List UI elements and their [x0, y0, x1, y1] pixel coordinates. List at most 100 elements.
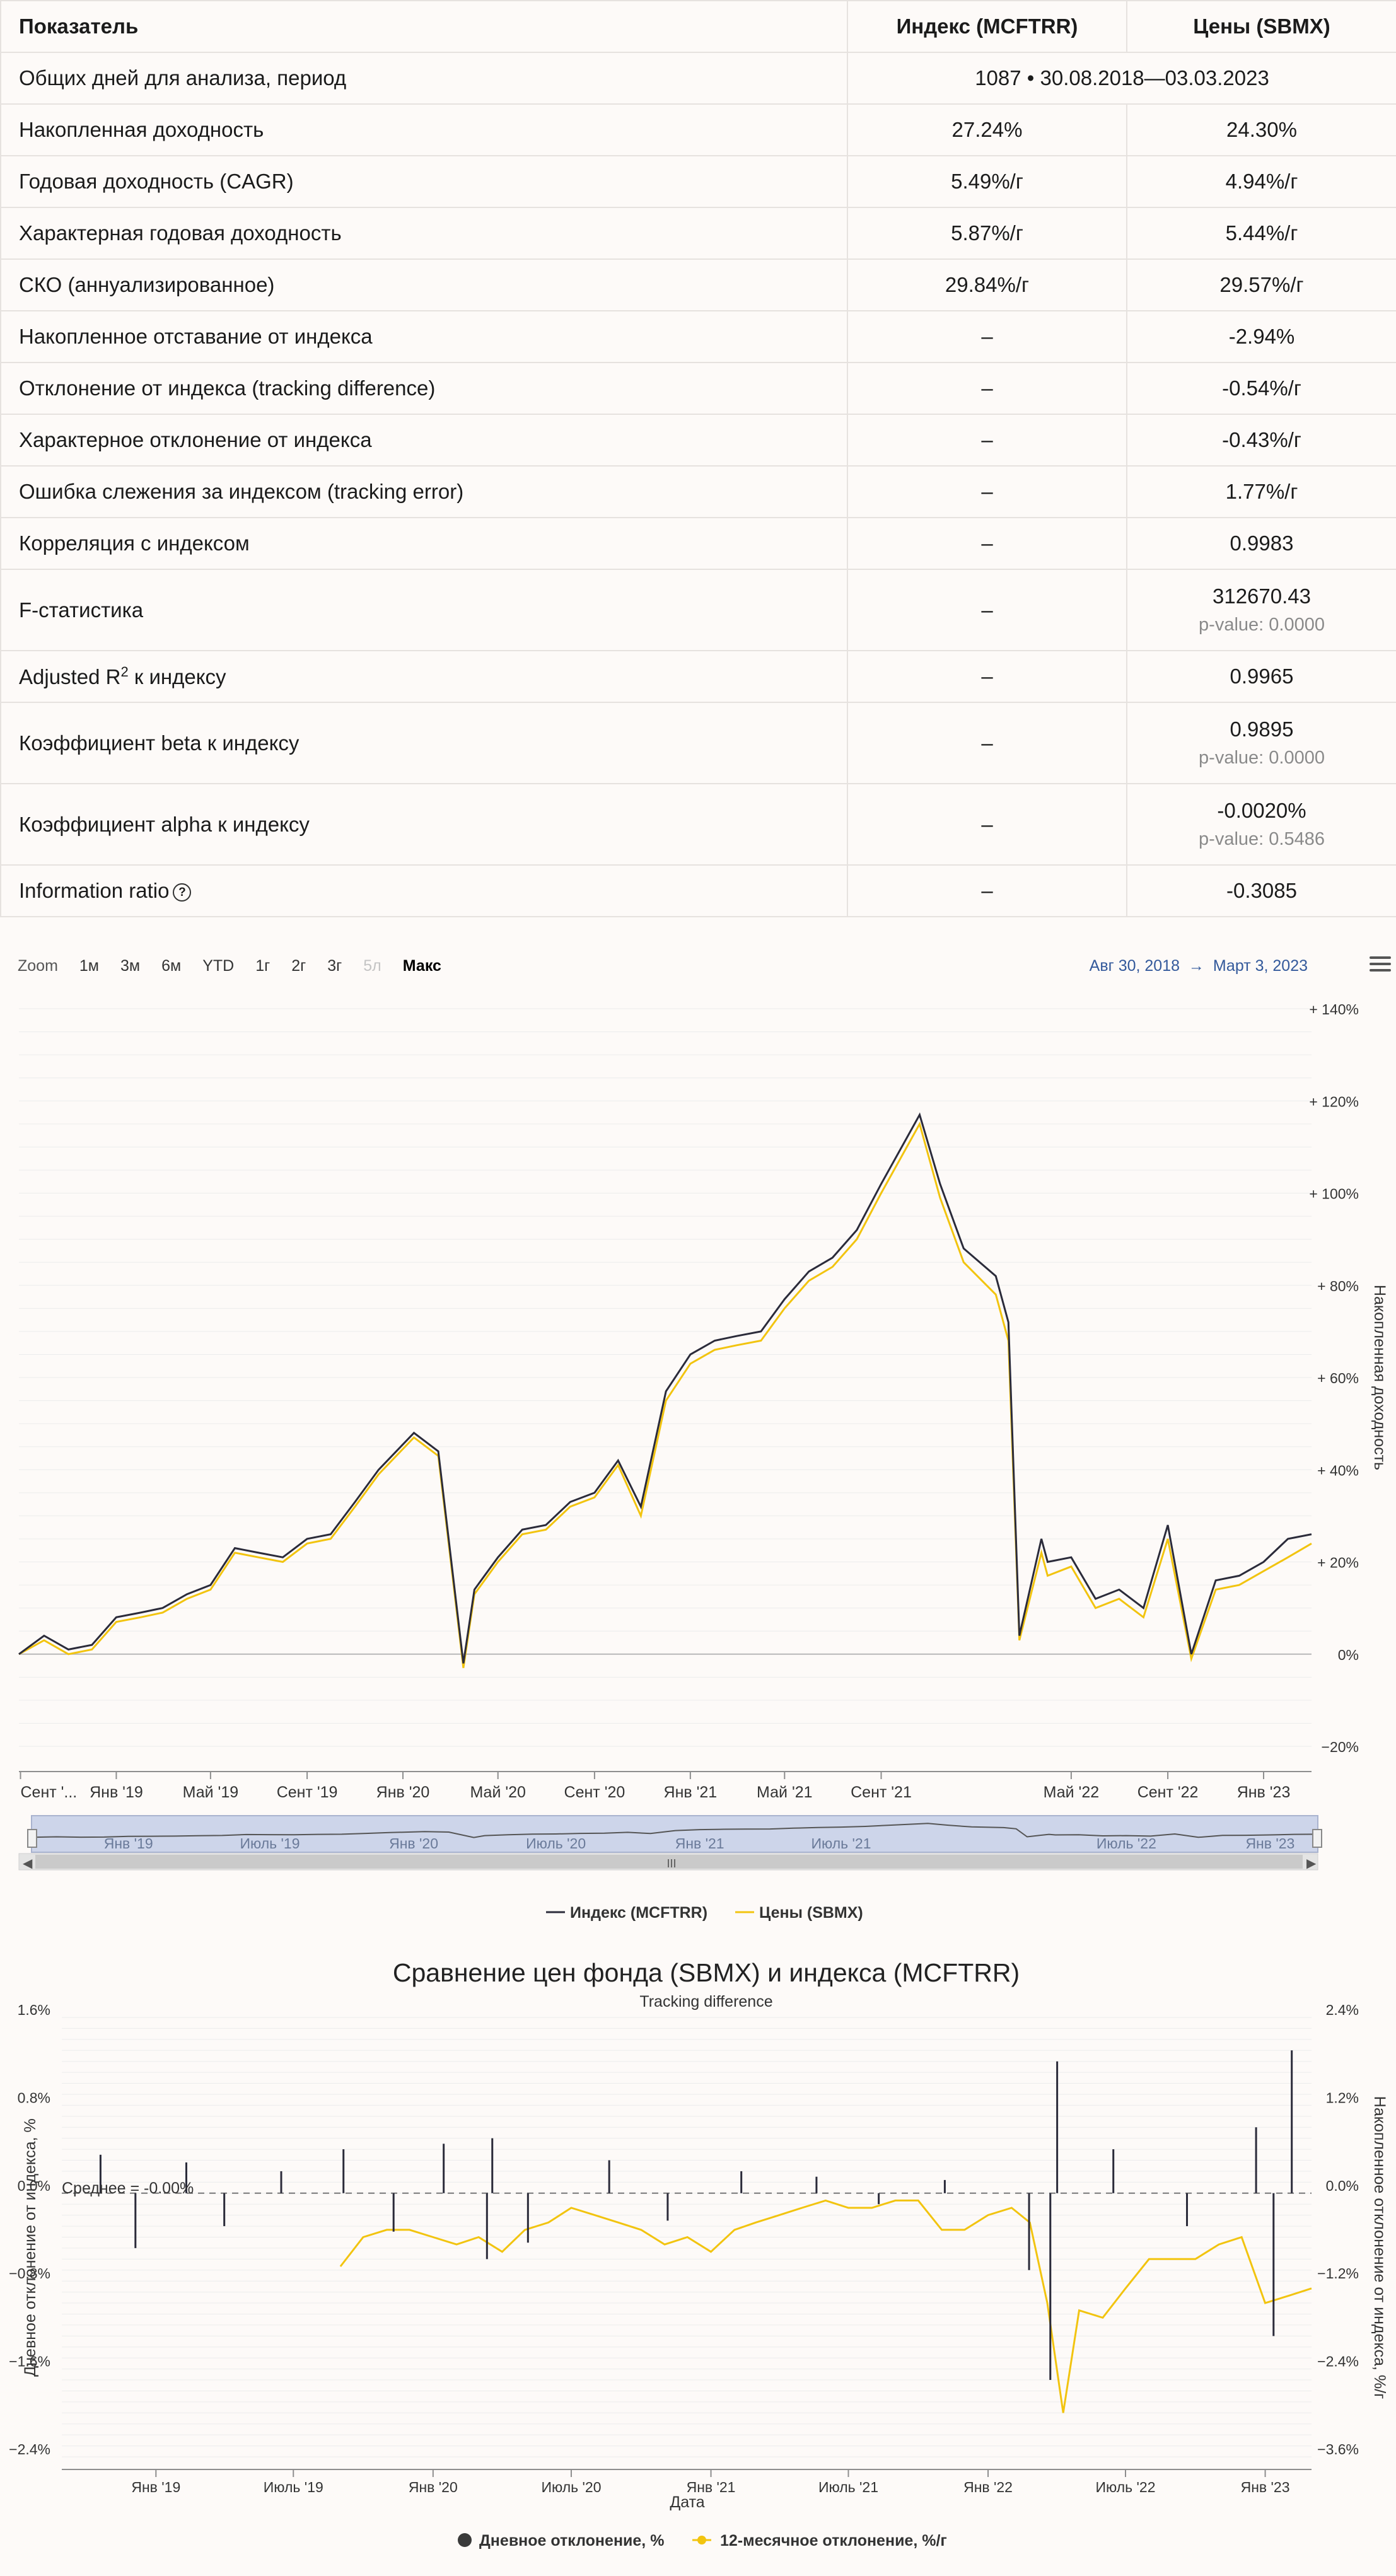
date-range: Авг 30, 2018 → Март 3, 2023 [1090, 953, 1308, 978]
y-tick-label: −20% [1322, 1739, 1359, 1755]
scroll-left-icon[interactable]: ◀ [23, 1857, 33, 1871]
header-price[interactable]: Цены (SBMX) [1126, 0, 1396, 53]
p-value: p-value: 0.5486 [1199, 829, 1325, 849]
x-tick-label: Янв '23 [1237, 1784, 1291, 1801]
index-value: – [847, 310, 1127, 363]
index-value: – [847, 650, 1127, 703]
row-label: Характерное отклонение от индекса [0, 414, 848, 467]
price-value: -2.94% [1126, 310, 1396, 363]
scrollbar-grip: III [666, 1857, 676, 1870]
zoom-toolbar: Zoom 1м 3м 6м YTD 1г 2г 3г 5л Макс [18, 953, 449, 978]
zoom-6m-button[interactable]: 6м [154, 954, 189, 978]
x-tick-label: Янв '20 [409, 2479, 458, 2495]
legend-item-rolling[interactable]: 12-месячное отклонение, %/г [720, 2532, 947, 2550]
price-value: 0.9983 [1126, 517, 1396, 570]
legend-item-index[interactable]: Индекс (MCFTRR) [570, 1904, 707, 1922]
y-tick-label: 0% [1338, 1647, 1359, 1663]
zoom-3y-button[interactable]: 3г [320, 954, 349, 978]
zoom-2y-button[interactable]: 2г [284, 954, 313, 978]
index-value: – [847, 702, 1127, 784]
table-row: Общих дней для анализа, период 1087 • 30… [0, 52, 1396, 105]
index-value: 5.49%/г [847, 155, 1127, 208]
price-value: -0.54%/г [1126, 362, 1396, 415]
table-row: Годовая доходность (CAGR) 5.49%/г 4.94%/… [0, 155, 1396, 208]
chart1-legend: Индекс (MCFTRR) Цены (SBMX) [546, 1904, 863, 1922]
row-label: Коэффициент beta к индексу [0, 702, 848, 784]
x-tick-label: Июль '21 [818, 2479, 878, 2495]
navigator-tick-label: Июль '21 [811, 1835, 871, 1852]
p-value: p-value: 0.0000 [1199, 748, 1325, 768]
mean-label: Среднее = -0.00% [62, 2179, 194, 2197]
x-tick-label: Янв '19 [90, 1784, 143, 1801]
row-label: Накопленное отставание от индекса [0, 310, 848, 363]
p-value: p-value: 0.0000 [1199, 615, 1325, 635]
navigator-handle-right[interactable] [1312, 1829, 1322, 1848]
x-tick-label: Янв '21 [664, 1784, 718, 1801]
x-tick-label: Сент '20 [564, 1784, 625, 1801]
zoom-ytd-button[interactable]: YTD [195, 954, 241, 978]
y-tick-label: + 80% [1317, 1278, 1359, 1294]
x-tick-label: Сент '19 [277, 1784, 338, 1801]
hamburger-menu-icon[interactable] [1370, 956, 1391, 975]
range-from-input[interactable]: Авг 30, 2018 [1090, 957, 1180, 975]
price-value: -0.0020% p-value: 0.5486 [1126, 783, 1396, 866]
legend-item-price[interactable]: Цены (SBMX) [759, 1904, 863, 1922]
table-row: Ошибка слежения за индексом (tracking er… [0, 465, 1396, 518]
navigator-tick-label: Июль '20 [526, 1835, 586, 1852]
row-label: Годовая доходность (CAGR) [0, 155, 848, 208]
x-tick-label: Май '20 [470, 1784, 526, 1801]
zoom-label: Zoom [18, 956, 58, 975]
y-tick-label: + 60% [1317, 1370, 1359, 1386]
zoom-max-button[interactable]: Макс [395, 954, 449, 978]
price-value: 0.9895 p-value: 0.0000 [1126, 702, 1396, 784]
x-tick-label: Сент '22 [1137, 1784, 1199, 1801]
scroll-right-icon[interactable]: ▶ [1306, 1857, 1317, 1871]
table-header-row: Показатель Индекс (MCFTRR) Цены (SBMX) [0, 0, 1396, 53]
zoom-1y-button[interactable]: 1г [248, 954, 277, 978]
price-value: -0.3085 [1126, 864, 1396, 917]
tracking-difference-chart: Сравнение цен фонда (SBMX) и индекса (MC… [9, 1958, 1388, 2550]
zoom-1m-button[interactable]: 1м [72, 954, 107, 978]
index-value: – [847, 569, 1127, 651]
price-value: 4.94%/г [1126, 155, 1396, 208]
question-circle-icon[interactable]: ? [173, 883, 192, 902]
x-tick-label: Май '19 [183, 1784, 239, 1801]
y2-tick-label: −1.2% [1317, 2265, 1359, 2282]
index-value: – [847, 783, 1127, 866]
index-value: 5.87%/г [847, 207, 1127, 260]
navigator-tick-label: Янв '19 [104, 1835, 153, 1852]
index-value: 27.24% [847, 103, 1127, 156]
legend-item-daily[interactable]: Дневное отклонение, % [479, 2532, 664, 2550]
y-tick-label: 1.6% [18, 2002, 50, 2018]
x-tick-label: Янв '20 [376, 1784, 430, 1801]
row-label: Ошибка слежения за индексом (tracking er… [0, 465, 848, 518]
header-index[interactable]: Индекс (MCFTRR) [847, 0, 1127, 53]
index-value: – [847, 414, 1127, 467]
table-row: Information ratio? – -0.3085 [0, 864, 1396, 917]
y-axis-label: Дневное отклонение от индекса, % [21, 2118, 39, 2376]
header-metric[interactable]: Показатель [0, 0, 848, 53]
zoom-3m-button[interactable]: 3м [113, 954, 148, 978]
index-value: – [847, 517, 1127, 570]
table-row: Накопленная доходность 27.24% 24.30% [0, 103, 1396, 156]
row-label: Характерная годовая доходность [0, 207, 848, 260]
x-tick-label: Янв '23 [1241, 2479, 1290, 2495]
table-row: Характерное отклонение от индекса – -0.4… [0, 414, 1396, 467]
y2-tick-label: 2.4% [1326, 2002, 1359, 2018]
x-tick-label: Сент '21 [851, 1784, 912, 1801]
index-value: – [847, 864, 1127, 917]
navigator-tick-label: Янв '23 [1245, 1835, 1294, 1852]
arrow-right-icon: → [1188, 957, 1204, 975]
range-to-input[interactable]: Март 3, 2023 [1213, 957, 1308, 975]
price-value: 312670.43 p-value: 0.0000 [1126, 569, 1396, 651]
y2-axis-label: Накопленное отклонение от индекса, %/г [1371, 2096, 1388, 2399]
row-label: Корреляция с индексом [0, 517, 848, 570]
price-value: 24.30% [1126, 103, 1396, 156]
row-label: СКО (аннуализированное) [0, 258, 848, 311]
beta-value: 0.9895 [1230, 717, 1294, 741]
x-tick-label: Янв '22 [963, 2479, 1013, 2495]
price-value: 1.77%/г [1126, 465, 1396, 518]
x-tick-label: Май '22 [1044, 1784, 1100, 1801]
navigator-handle-left[interactable] [27, 1829, 37, 1848]
y-axis-label: Накопленная доходность [1371, 1285, 1388, 1470]
